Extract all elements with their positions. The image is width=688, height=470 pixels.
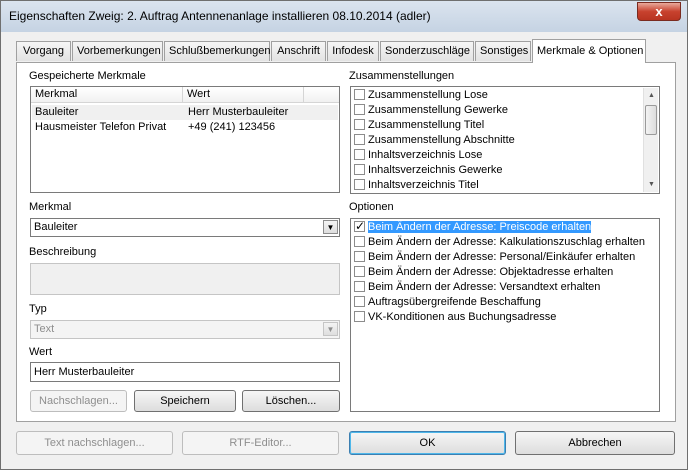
checkbox[interactable] bbox=[354, 104, 365, 115]
speichern-button[interactable]: Speichern bbox=[134, 390, 236, 412]
checkbox[interactable] bbox=[354, 179, 365, 190]
column-header-wert[interactable]: Wert bbox=[183, 87, 304, 103]
table-row[interactable]: Bauleiter Herr Musterbauleiter bbox=[32, 105, 338, 120]
list-item[interactable]: Beim Ändern der Adresse: Preiscode erhal… bbox=[352, 219, 658, 235]
row-wert: Herr Musterbauleiter bbox=[188, 106, 289, 118]
zusammenstellungen-label: Zusammenstellungen bbox=[349, 70, 455, 82]
checkbox[interactable] bbox=[354, 266, 365, 277]
checkbox[interactable] bbox=[354, 134, 365, 145]
zusammenstellungen-list[interactable]: Zusammenstellung Lose Zusammenstellung G… bbox=[350, 86, 660, 194]
item-label: Zusammenstellung Lose bbox=[368, 89, 488, 101]
gespeicherte-merkmale-list[interactable]: Merkmal Wert Bauleiter Herr Musterbaulei… bbox=[30, 86, 340, 193]
vertical-scrollbar[interactable]: ▲ ▼ bbox=[643, 88, 658, 192]
beschreibung-label: Beschreibung bbox=[29, 246, 97, 258]
item-label: Inhaltsverzeichnis Lose bbox=[368, 149, 483, 161]
wert-value: Herr Musterbauleiter bbox=[34, 366, 135, 378]
scroll-up-icon[interactable]: ▲ bbox=[644, 88, 659, 103]
scroll-down-icon[interactable]: ▼ bbox=[644, 177, 659, 192]
chevron-down-icon[interactable]: ▼ bbox=[323, 220, 338, 234]
item-label: VK-Konditionen aus Buchungsadresse bbox=[368, 311, 557, 323]
properties-dialog: Eigenschaften Zweig: 2. Auftrag Antennen… bbox=[0, 0, 688, 470]
list-item[interactable]: Zusammenstellung Gewerke bbox=[354, 103, 508, 118]
nachschlagen-button[interactable]: Nachschlagen... bbox=[30, 390, 127, 412]
text-nachschlagen-button[interactable]: Text nachschlagen... bbox=[16, 431, 173, 455]
merkmal-combobox[interactable]: Bauleiter ▼ bbox=[30, 218, 340, 237]
list-item[interactable]: Inhaltsverzeichnis Titel bbox=[354, 178, 479, 193]
list-item[interactable]: Beim Ändern der Adresse: Kalkulationszus… bbox=[354, 235, 645, 250]
optionen-list[interactable]: Beim Ändern der Adresse: Preiscode erhal… bbox=[350, 218, 660, 412]
tab-vorbemerkungen[interactable]: Vorbemerkungen bbox=[72, 41, 163, 61]
tab-bar: Vorgang Vorbemerkungen Schlußbemerkungen… bbox=[16, 39, 676, 63]
title-bar: Eigenschaften Zweig: 2. Auftrag Antennen… bbox=[1, 1, 687, 32]
merkmal-value: Bauleiter bbox=[34, 221, 78, 233]
item-label: Beim Ändern der Adresse: Objektadresse e… bbox=[368, 266, 614, 278]
rtf-editor-button[interactable]: RTF-Editor... bbox=[182, 431, 339, 455]
item-label: Zusammenstellung Titel bbox=[368, 119, 485, 131]
row-wert: +49 (241) 123456 bbox=[188, 121, 276, 133]
tab-sonstiges[interactable]: Sonstiges bbox=[475, 41, 531, 61]
tab-vorgang[interactable]: Vorgang bbox=[16, 41, 71, 61]
checkbox[interactable] bbox=[354, 296, 365, 307]
typ-value: Text bbox=[34, 323, 55, 335]
checkbox[interactable] bbox=[354, 251, 365, 262]
scroll-thumb[interactable] bbox=[645, 105, 657, 135]
item-label: Beim Ändern der Adresse: Kalkulationszus… bbox=[368, 236, 645, 248]
item-label: Auftragsübergreifende Beschaffung bbox=[368, 296, 541, 308]
item-label: Beim Ändern der Adresse: Personal/Einkäu… bbox=[368, 251, 636, 263]
chevron-down-icon: ▼ bbox=[323, 322, 338, 336]
item-label: Beim Ändern der Adresse: Versandtext erh… bbox=[368, 281, 601, 293]
list-item[interactable]: Inhaltsverzeichnis Gewerke bbox=[354, 163, 503, 178]
list-item[interactable]: Inhaltsverzeichnis Lose bbox=[354, 148, 482, 163]
close-button[interactable]: x bbox=[637, 2, 681, 21]
tab-merkmale-optionen[interactable]: Merkmale & Optionen bbox=[532, 39, 646, 63]
typ-label: Typ bbox=[29, 303, 47, 315]
list-item[interactable]: Beim Ändern der Adresse: Versandtext erh… bbox=[354, 280, 600, 295]
list-header: Merkmal Wert bbox=[31, 87, 339, 103]
beschreibung-field bbox=[30, 263, 340, 295]
list-item[interactable]: Auftragsübergreifende Beschaffung bbox=[354, 295, 541, 310]
tab-infodesk[interactable]: Infodesk bbox=[327, 41, 379, 61]
item-label: Inhaltsverzeichnis Gewerke bbox=[368, 164, 503, 176]
checkbox[interactable] bbox=[354, 281, 365, 292]
checkbox[interactable] bbox=[354, 311, 365, 322]
item-label: Inhaltsverzeichnis Titel bbox=[368, 179, 479, 191]
list-item[interactable]: Zusammenstellung Titel bbox=[354, 118, 484, 133]
typ-combobox: Text ▼ bbox=[30, 320, 340, 339]
row-merkmal: Hausmeister Telefon Privat bbox=[35, 121, 167, 133]
optionen-label: Optionen bbox=[349, 201, 394, 213]
checkbox[interactable] bbox=[354, 119, 365, 130]
item-label: Zusammenstellung Gewerke bbox=[368, 104, 509, 116]
wert-input[interactable]: Herr Musterbauleiter bbox=[30, 362, 340, 382]
checkbox[interactable] bbox=[354, 219, 365, 233]
row-merkmal: Bauleiter bbox=[35, 106, 79, 118]
window-title: Eigenschaften Zweig: 2. Auftrag Antennen… bbox=[9, 9, 431, 23]
list-item[interactable]: Zusammenstellung Lose bbox=[354, 88, 488, 103]
tab-schlussbemerkungen[interactable]: Schlußbemerkungen bbox=[164, 41, 271, 61]
list-item[interactable]: Beim Ändern der Adresse: Objektadresse e… bbox=[354, 265, 613, 280]
list-item[interactable]: Zusammenstellung Abschnitte bbox=[354, 133, 515, 148]
checkbox[interactable] bbox=[354, 89, 365, 100]
checkbox[interactable] bbox=[354, 149, 365, 160]
checkbox[interactable] bbox=[354, 164, 365, 175]
list-item[interactable]: VK-Konditionen aus Buchungsadresse bbox=[354, 310, 556, 325]
loeschen-button[interactable]: Löschen... bbox=[242, 390, 340, 412]
abbrechen-button[interactable]: Abbrechen bbox=[515, 431, 675, 455]
column-header-merkmal[interactable]: Merkmal bbox=[31, 87, 183, 103]
tab-panel: Gespeicherte Merkmale Merkmal Wert Baule… bbox=[16, 62, 676, 422]
list-item[interactable]: Beim Ändern der Adresse: Personal/Einkäu… bbox=[354, 250, 635, 265]
item-label: Zusammenstellung Abschnitte bbox=[368, 134, 515, 146]
gespeicherte-merkmale-label: Gespeicherte Merkmale bbox=[29, 70, 146, 82]
wert-label: Wert bbox=[29, 346, 53, 358]
item-label: Beim Ändern der Adresse: Preiscode erhal… bbox=[368, 221, 592, 233]
tab-sonderzuschlaege[interactable]: Sonderzuschläge bbox=[380, 41, 474, 61]
tab-anschrift[interactable]: Anschrift bbox=[271, 41, 326, 61]
checkbox[interactable] bbox=[354, 236, 365, 247]
merkmal-label: Merkmal bbox=[29, 201, 72, 213]
table-row[interactable]: Hausmeister Telefon Privat +49 (241) 123… bbox=[32, 120, 338, 135]
ok-button[interactable]: OK bbox=[349, 431, 506, 455]
